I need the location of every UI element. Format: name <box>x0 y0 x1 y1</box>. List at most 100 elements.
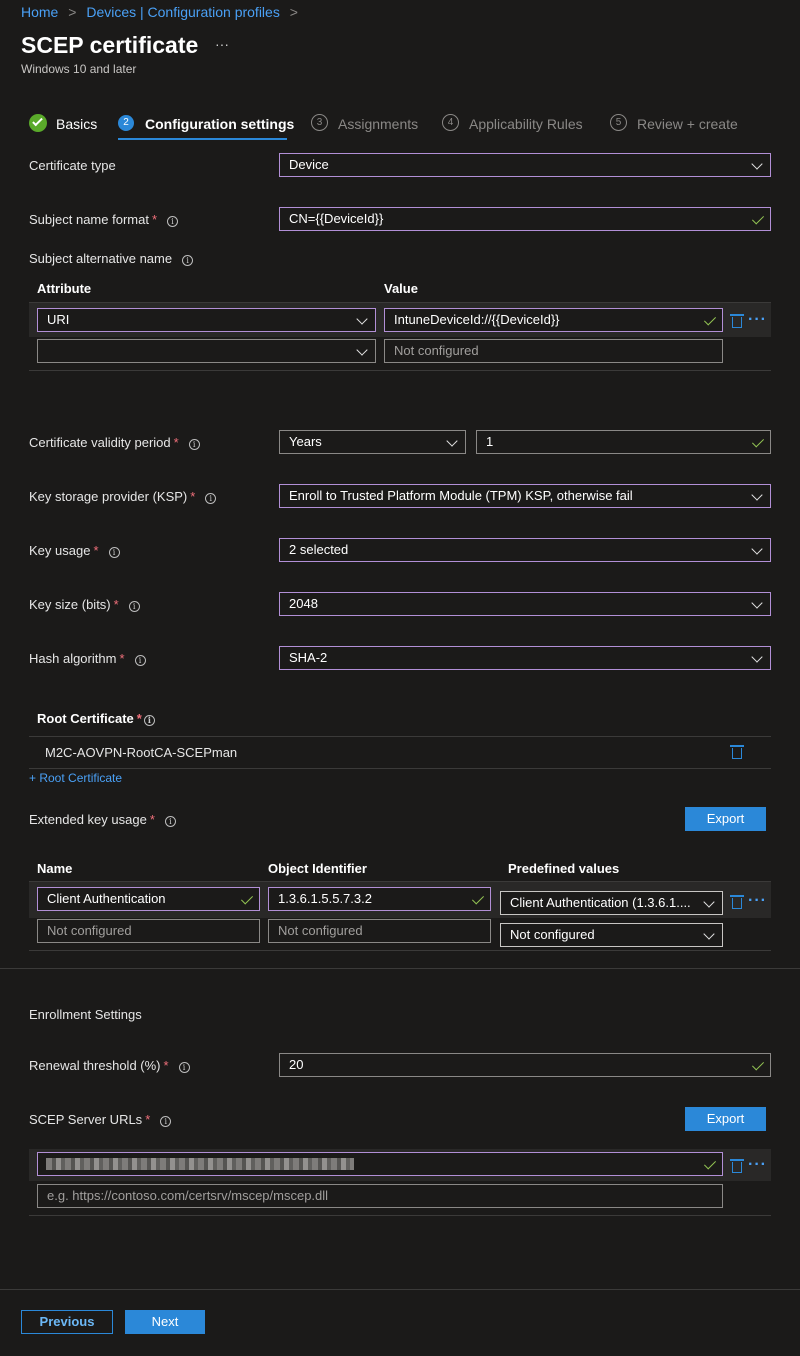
key-size-value: 2048 <box>289 596 318 611</box>
info-icon[interactable]: i <box>188 439 200 450</box>
san-attribute-dropdown[interactable]: URI <box>37 308 376 332</box>
chevron-down-icon <box>356 313 368 325</box>
info-icon[interactable]: i <box>178 1062 190 1073</box>
san-value-text: IntuneDeviceId://{{DeviceId}} <box>394 312 560 327</box>
page-title: SCEP certificate <box>21 32 199 58</box>
breadcrumb-home[interactable]: Home <box>21 4 58 20</box>
eku-oid-input[interactable]: 1.3.6.1.5.5.7.3.2 <box>268 887 491 911</box>
key-usage-label: Key usage * i <box>29 543 120 558</box>
step-number-icon: 5 <box>610 114 627 131</box>
delete-icon[interactable] <box>730 895 744 909</box>
eku-col-oid: Object Identifier <box>268 861 367 876</box>
info-icon[interactable]: i <box>182 255 194 266</box>
delete-icon[interactable] <box>730 1159 744 1173</box>
scep-url-placeholder: e.g. https://contoso.com/certsrv/mscep/m… <box>47 1188 329 1203</box>
ksp-dropdown[interactable]: Enroll to Trusted Platform Module (TPM) … <box>279 484 771 508</box>
info-icon[interactable]: i <box>164 816 176 827</box>
san-attribute-value: URI <box>47 312 70 327</box>
step-applicability-rules[interactable]: Applicability Rules <box>469 116 583 132</box>
eku-predefined-dropdown[interactable]: Client Authentication (1.3.6.1.... <box>500 891 723 915</box>
hash-algorithm-label: Hash algorithm * i <box>29 651 146 666</box>
eku-predefined-empty-value: Not configured <box>510 927 595 942</box>
previous-button[interactable]: Previous <box>21 1310 113 1334</box>
renewal-threshold-input[interactable]: 20 <box>279 1053 771 1077</box>
subject-name-format-input[interactable]: CN={{DeviceId}} <box>279 207 771 231</box>
info-icon[interactable]: i <box>128 601 140 612</box>
validity-value-input[interactable]: 1 <box>476 430 771 454</box>
certificate-type-dropdown[interactable]: Device <box>279 153 771 177</box>
eku-name-input-empty[interactable]: Not configured <box>37 919 260 943</box>
check-icon <box>703 313 717 326</box>
breadcrumb-separator: > <box>289 4 298 20</box>
active-step-underline <box>118 138 287 140</box>
chevron-down-icon <box>446 435 458 447</box>
san-value-placeholder: Not configured <box>394 343 479 358</box>
eku-export-button[interactable]: Export <box>685 807 766 831</box>
info-icon[interactable]: i <box>108 547 120 558</box>
scep-url-input-empty[interactable]: e.g. https://contoso.com/certsrv/mscep/m… <box>37 1184 723 1208</box>
key-size-label: Key size (bits) * i <box>29 597 140 612</box>
eku-name-input[interactable]: Client Authentication <box>37 887 260 911</box>
step-number-icon: 2 <box>118 115 134 131</box>
step-review-create[interactable]: Review + create <box>637 116 738 132</box>
info-icon[interactable]: i <box>205 493 217 504</box>
certificate-type-label: Certificate type <box>29 158 116 173</box>
certificate-type-value: Device <box>289 157 329 172</box>
scep-urls-export-button[interactable]: Export <box>685 1107 766 1131</box>
more-icon[interactable]: ··· <box>748 893 767 909</box>
step-basics[interactable]: Basics <box>56 116 97 132</box>
step-configuration-settings[interactable]: Configuration settings <box>145 116 294 132</box>
more-icon[interactable]: ··· <box>748 1157 767 1173</box>
delete-icon[interactable] <box>730 745 744 759</box>
eku-col-predefined: Predefined values <box>508 861 620 876</box>
eku-name-placeholder: Not configured <box>47 923 132 938</box>
step-complete-icon <box>29 114 47 132</box>
chevron-down-icon <box>751 489 763 501</box>
step-assignments[interactable]: Assignments <box>338 116 418 132</box>
chevron-down-icon <box>751 158 763 170</box>
check-icon <box>471 892 485 905</box>
next-button[interactable]: Next <box>125 1310 205 1334</box>
validity-value-text: 1 <box>486 434 494 449</box>
root-cert-value: M2C-AOVPN-RootCA-SCEPman <box>45 745 238 760</box>
san-attribute-dropdown-empty[interactable] <box>37 339 376 363</box>
key-usage-value: 2 selected <box>289 542 349 557</box>
scep-urls-label: SCEP Server URLs * i <box>29 1112 172 1127</box>
root-cert-label: Root Certificate * i <box>37 711 155 726</box>
breadcrumb-devices[interactable]: Devices | Configuration profiles <box>86 4 280 20</box>
validity-unit-dropdown[interactable]: Years <box>279 430 466 454</box>
hash-algorithm-value: SHA-2 <box>289 650 328 665</box>
chevron-down-icon <box>703 896 715 908</box>
step-number-icon: 4 <box>442 114 459 131</box>
more-icon[interactable]: ··· <box>748 312 767 328</box>
key-size-dropdown[interactable]: 2048 <box>279 592 771 616</box>
ksp-value: Enroll to Trusted Platform Module (TPM) … <box>289 488 633 503</box>
step-number-icon: 3 <box>311 114 328 131</box>
more-options-button[interactable]: ··· <box>215 36 229 52</box>
info-icon[interactable]: i <box>167 216 179 227</box>
hash-algorithm-dropdown[interactable]: SHA-2 <box>279 646 771 670</box>
key-usage-dropdown[interactable]: 2 selected <box>279 538 771 562</box>
eku-oid-value: 1.3.6.1.5.5.7.3.2 <box>278 891 372 906</box>
delete-icon[interactable] <box>730 314 744 328</box>
san-value-input-empty[interactable]: Not configured <box>384 339 723 363</box>
eku-oid-input-empty[interactable]: Not configured <box>268 919 491 943</box>
info-icon[interactable]: i <box>160 1116 172 1127</box>
breadcrumb: Home > Devices | Configuration profiles … <box>21 4 298 20</box>
eku-predefined-value: Client Authentication (1.3.6.1.... <box>510 895 691 910</box>
eku-predefined-dropdown-empty[interactable]: Not configured <box>500 923 723 947</box>
enrollment-settings-heading: Enrollment Settings <box>29 1007 142 1022</box>
chevron-down-icon <box>751 543 763 555</box>
check-icon <box>751 1058 765 1071</box>
check-icon <box>703 1157 717 1170</box>
info-icon[interactable]: i <box>134 655 146 666</box>
renewal-threshold-label: Renewal threshold (%) * i <box>29 1058 190 1073</box>
eku-oid-placeholder: Not configured <box>278 923 363 938</box>
chevron-down-icon <box>703 928 715 940</box>
renewal-threshold-value: 20 <box>289 1057 304 1072</box>
add-root-certificate-link[interactable]: + Root Certificate <box>29 771 122 785</box>
page-subtitle: Windows 10 and later <box>21 62 137 76</box>
san-value-input[interactable]: IntuneDeviceId://{{DeviceId}} <box>384 308 723 332</box>
info-icon[interactable]: i <box>143 715 155 726</box>
breadcrumb-separator: > <box>68 4 77 20</box>
